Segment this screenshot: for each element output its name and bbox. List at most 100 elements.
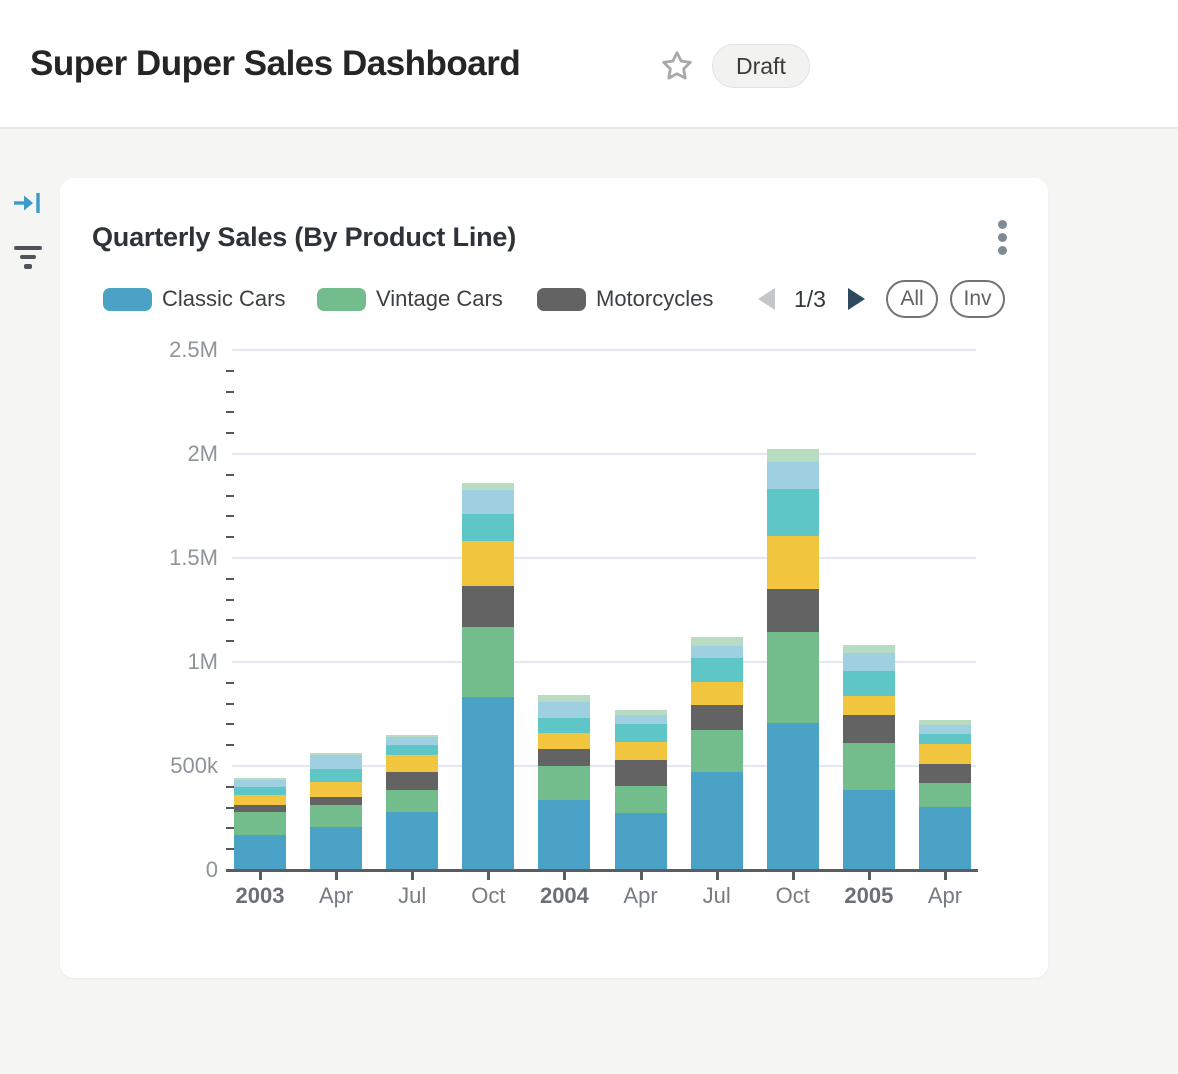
filter-icon[interactable] [14,246,42,271]
bar-segment[interactable] [843,696,895,715]
legend-select-all-button[interactable]: All [886,280,938,318]
bar-segment[interactable] [767,489,819,536]
y-minor-tick [226,848,234,850]
bar-segment[interactable] [386,772,438,790]
bar-segment[interactable] [386,812,438,870]
bar-segment[interactable] [919,734,971,745]
bar-segment[interactable] [386,735,438,737]
y-minor-tick [226,536,234,538]
bar-segment[interactable] [462,490,514,513]
bar-segment[interactable] [310,827,362,870]
bar-segment[interactable] [538,766,590,800]
legend-item-vintage-cars[interactable]: Vintage Cars [317,287,503,311]
bar-segment[interactable] [691,682,743,705]
bar-segment[interactable] [538,800,590,870]
bar-segment[interactable] [310,755,362,769]
bar-segment[interactable] [691,637,743,646]
bar-segment[interactable] [310,753,362,755]
bar-segment[interactable] [234,805,286,812]
y-axis-label: 1M [102,648,218,676]
bar-segment[interactable] [615,813,667,870]
bar-segment[interactable] [234,812,286,835]
bar-segment[interactable] [615,710,667,716]
bar-segment[interactable] [691,658,743,681]
x-axis-label: Oct [755,883,831,909]
bar-segment[interactable] [615,715,667,723]
bar-segment[interactable] [691,705,743,730]
bar-segment[interactable] [462,483,514,491]
bar-segment[interactable] [234,780,286,787]
y-minor-tick [226,640,234,642]
legend-swatch [317,288,366,311]
bar-segment[interactable] [234,778,286,780]
legend-next-page-icon[interactable] [848,288,865,310]
x-axis-tick [259,872,262,880]
bar-segment[interactable] [538,733,590,749]
bar-segment[interactable] [767,536,819,589]
bar-segment[interactable] [919,783,971,807]
bar-segment[interactable] [234,835,286,870]
bar-segment[interactable] [919,725,971,734]
bar-segment[interactable] [310,769,362,782]
bar-segment[interactable] [615,724,667,742]
x-axis-label: Jul [374,883,450,909]
chart-card: Quarterly Sales (By Product Line) 1/3 Al… [60,178,1048,978]
kebab-menu-icon[interactable] [990,220,1014,262]
bar-segment[interactable] [691,772,743,870]
x-axis-tick [487,872,490,880]
y-minor-tick [226,723,234,725]
legend-invert-button[interactable]: Inv [950,280,1005,318]
bar-segment[interactable] [386,790,438,812]
bar-segment[interactable] [615,786,667,813]
bar-segment[interactable] [919,807,971,870]
bar-segment[interactable] [234,795,286,805]
bar-segment[interactable] [615,760,667,786]
bar-segment[interactable] [615,742,667,760]
bar-segment[interactable] [843,645,895,653]
bar-segment[interactable] [843,715,895,743]
bar-segment[interactable] [234,787,286,795]
bar-segment[interactable] [919,720,971,725]
bar-segment[interactable] [310,782,362,797]
kebab-dot [998,233,1007,242]
bar-segment[interactable] [386,737,438,745]
bar-segment[interactable] [462,627,514,697]
bar-segment[interactable] [919,744,971,763]
legend-item-classic-cars[interactable]: Classic Cars [103,287,285,311]
bar-segment[interactable] [843,743,895,790]
bar-segment[interactable] [310,805,362,827]
bar-segment[interactable] [386,755,438,772]
bar-segment[interactable] [462,514,514,541]
kebab-dot [998,246,1007,255]
bar-segment[interactable] [843,790,895,870]
bar-segment[interactable] [767,723,819,870]
x-axis-label: 2005 [831,883,907,909]
bar-segment[interactable] [538,749,590,766]
bar-segment[interactable] [767,462,819,490]
y-minor-tick [226,370,234,372]
favorite-star-icon[interactable] [660,49,694,88]
bar-segment[interactable] [538,718,590,733]
bar-segment[interactable] [843,671,895,696]
gridline-1.5M [232,557,976,559]
bar-segment[interactable] [386,745,438,755]
legend-prev-page-icon[interactable] [758,288,775,310]
chart-title: Quarterly Sales (By Product Line) [92,222,516,253]
bar-segment[interactable] [538,695,590,702]
x-axis-label: Jul [679,883,755,909]
bar-segment[interactable] [310,797,362,805]
bar-segment[interactable] [767,632,819,724]
bar-segment[interactable] [843,653,895,671]
bar-segment[interactable] [919,764,971,783]
bar-segment[interactable] [767,449,819,461]
legend-item-motorcycles[interactable]: Motorcycles [537,287,713,311]
bar-segment[interactable] [767,589,819,631]
x-axis-tick [335,872,338,880]
bar-segment[interactable] [462,541,514,587]
bar-segment[interactable] [691,646,743,658]
bar-segment[interactable] [538,702,590,718]
bar-segment[interactable] [462,586,514,627]
bar-segment[interactable] [691,730,743,772]
collapse-panel-icon[interactable] [12,188,42,223]
bar-segment[interactable] [462,697,514,870]
